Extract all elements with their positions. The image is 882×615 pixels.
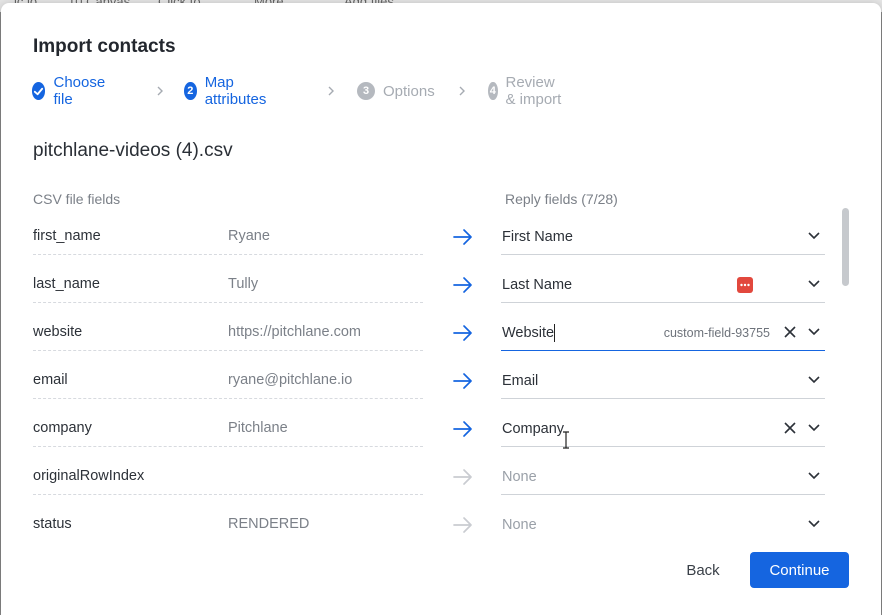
csv-field-name: originalRowIndex (33, 468, 145, 484)
selected-field: Email (502, 373, 539, 389)
selected-field: Last Name (502, 277, 573, 293)
csv-field-name: last_name (33, 276, 100, 292)
step-options[interactable]: 3 Options (357, 80, 435, 102)
scrollbar-thumb[interactable] (842, 208, 849, 286)
step-number: 2 (184, 82, 197, 100)
divider (33, 398, 423, 399)
chevron-down-icon[interactable] (807, 278, 821, 290)
continue-button[interactable]: Continue (750, 552, 849, 588)
step-label: Review & import (505, 74, 562, 108)
divider (33, 254, 423, 255)
password-manager-icon[interactable] (737, 277, 753, 293)
divider (33, 446, 423, 447)
chevron-right-icon (459, 86, 465, 96)
step-number: 4 (488, 82, 498, 100)
arrow-right-icon (453, 517, 472, 533)
reply-field-select[interactable]: Company (501, 410, 825, 447)
mapping-row: company Pitchlane Company (1, 402, 881, 450)
arrow-right-icon (453, 325, 472, 341)
selected-field: None (502, 469, 537, 485)
mapping-row: last_name Tully Last Name (1, 258, 881, 306)
step-label: Map attributes (204, 74, 267, 108)
csv-fields-header: CSV file fields (33, 191, 121, 207)
step-review-import[interactable]: 4 Review & import (488, 74, 563, 108)
step-label: Choose file (53, 74, 106, 108)
check-icon (32, 82, 46, 100)
csv-field-name: email (33, 372, 68, 388)
reply-fields-header: Reply fields (7/28) (505, 191, 618, 207)
csv-field-name: first_name (33, 228, 101, 244)
arrow-right-icon (453, 421, 472, 437)
reply-field-select[interactable]: None (501, 458, 825, 495)
mapping-row: email ryane@pitchlane.io Email (1, 354, 881, 402)
csv-sample-value: Tully (228, 276, 259, 292)
clear-icon[interactable] (783, 325, 797, 339)
file-name: pitchlane-videos (4).csv (33, 140, 233, 161)
chevron-down-icon[interactable] (807, 470, 821, 482)
csv-field-name: company (33, 420, 92, 436)
divider (33, 302, 423, 303)
mapping-row: originalRowIndex None (1, 450, 881, 498)
reply-field-select[interactable]: Last Name (501, 266, 825, 303)
selected-field[interactable]: Website (502, 325, 554, 341)
chevron-down-icon[interactable] (807, 518, 821, 530)
divider (33, 494, 423, 495)
arrow-right-icon (453, 373, 472, 389)
step-map-attributes[interactable]: 2 Map attributes (184, 74, 272, 108)
selected-field: First Name (502, 229, 573, 245)
step-label: Options (383, 82, 435, 100)
reply-field-select[interactable]: Email (501, 362, 825, 399)
mapping-row: website https://pitchlane.com Website cu… (1, 306, 881, 354)
csv-field-name: website (33, 324, 83, 340)
csv-sample-value: ryane@pitchlane.io (228, 372, 353, 388)
chevron-down-icon[interactable] (807, 326, 821, 338)
text-caret (554, 324, 555, 342)
mapping-row: status RENDERED None (1, 498, 881, 535)
selected-field: None (502, 517, 537, 533)
chevron-down-icon[interactable] (807, 422, 821, 434)
csv-sample-value: Ryane (228, 228, 270, 244)
reply-field-select[interactable]: None (501, 506, 825, 535)
step-number: 3 (357, 82, 375, 100)
clear-icon[interactable] (783, 421, 797, 435)
chevron-right-icon (157, 86, 163, 96)
import-contacts-dialog: Import contacts Choose file 2 Map attrib… (1, 3, 881, 615)
custom-field-id: custom-field-93755 (663, 326, 770, 340)
arrow-right-icon (453, 229, 472, 245)
csv-sample-value: https://pitchlane.com (228, 324, 361, 340)
divider (33, 350, 423, 351)
back-button[interactable]: Back (669, 552, 737, 588)
mapping-row: first_name Ryane First Name (1, 210, 881, 258)
csv-field-name: status (33, 516, 72, 532)
selected-field: Company (502, 421, 565, 437)
chevron-down-icon[interactable] (807, 230, 821, 242)
chevron-right-icon (328, 86, 334, 96)
chevron-down-icon[interactable] (807, 374, 821, 386)
text-cursor-icon (563, 431, 569, 449)
arrow-right-icon (453, 277, 472, 293)
arrow-right-icon (453, 469, 472, 485)
dialog-title: Import contacts (33, 36, 176, 57)
csv-sample-value: RENDERED (228, 516, 310, 532)
reply-field-select[interactable]: First Name (501, 218, 825, 255)
reply-field-select[interactable]: Website custom-field-93755 (501, 314, 825, 351)
csv-sample-value: Pitchlane (228, 420, 288, 436)
step-choose-file[interactable]: Choose file (32, 74, 110, 108)
